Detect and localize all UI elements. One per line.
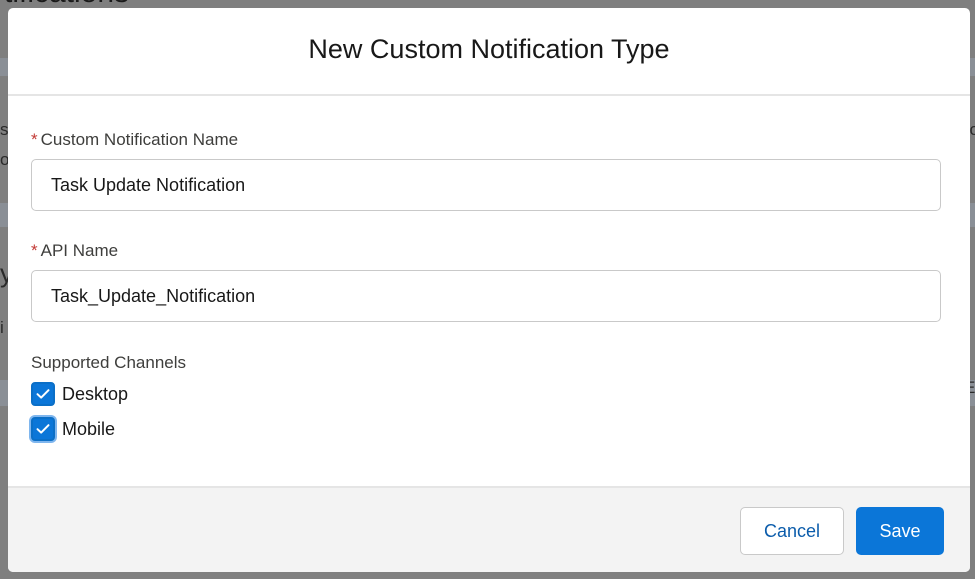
notification-name-label-text: Custom Notification Name <box>40 130 239 149</box>
modal-footer: Cancel Save <box>8 486 970 572</box>
api-name-input[interactable] <box>31 270 941 322</box>
checkmark-icon <box>36 424 50 434</box>
desktop-checkbox[interactable] <box>31 382 55 406</box>
required-marker: * <box>31 130 38 149</box>
modal-title: New Custom Notification Type <box>308 33 670 64</box>
required-marker: * <box>31 241 38 260</box>
api-name-label-text: API Name <box>40 241 119 260</box>
checkmark-icon <box>36 389 50 399</box>
supported-channels-label: Supported Channels <box>31 353 187 372</box>
cancel-button[interactable]: Cancel <box>740 507 844 555</box>
mobile-checkbox[interactable] <box>31 417 55 441</box>
background-text-fragment: i <box>0 318 4 337</box>
notification-name-label: * Custom Notification Name <box>31 130 238 150</box>
new-notification-type-modal: New Custom Notification Type * Custom Not… <box>8 8 970 572</box>
modal-header: New Custom Notification Type <box>8 8 970 96</box>
desktop-option-label: Desktop <box>62 383 129 404</box>
desktop-channel-option[interactable]: Desktop <box>31 382 128 406</box>
mobile-option-label: Mobile <box>62 418 116 439</box>
api-name-label: * API Name <box>31 241 118 261</box>
notification-name-input[interactable] <box>31 159 941 211</box>
mobile-channel-option[interactable]: Mobile <box>31 417 115 441</box>
save-button[interactable]: Save <box>856 507 944 555</box>
